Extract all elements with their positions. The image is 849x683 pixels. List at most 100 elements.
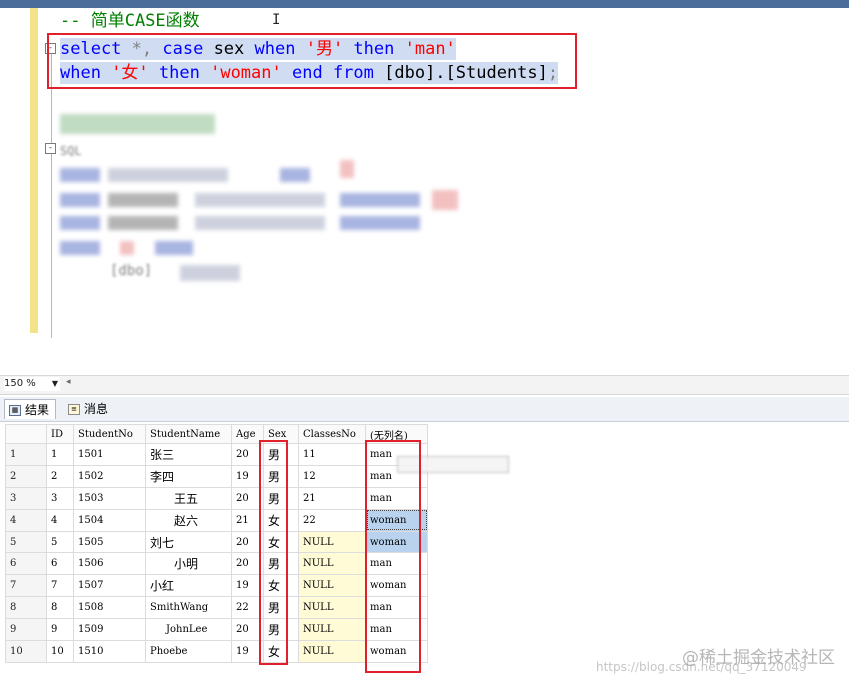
cell-unnamed[interactable]: man <box>365 486 428 510</box>
cell-age[interactable]: 22 <box>231 596 264 620</box>
cell-studentname[interactable]: SmithWang <box>145 596 232 620</box>
tab-results[interactable]: ▦ 结果 <box>4 399 57 419</box>
row-number[interactable]: 3 <box>5 486 47 510</box>
cell-age[interactable]: 20 <box>231 443 264 466</box>
cell-classesno[interactable]: NULL <box>298 530 366 554</box>
grid-header-sex[interactable]: Sex <box>263 424 299 444</box>
cell-unnamed[interactable]: man <box>365 552 428 576</box>
table-row[interactable]: 1 1 1501 张三 20 男 11 man <box>5 443 428 466</box>
cell-id[interactable]: 5 <box>46 530 74 554</box>
cell-age[interactable]: 20 <box>231 530 264 554</box>
cell-age[interactable]: 20 <box>231 618 264 642</box>
cell-id[interactable]: 9 <box>46 618 74 642</box>
table-row[interactable]: 3 3 1503 王五 20 男 21 man <box>5 486 428 510</box>
cell-age[interactable]: 20 <box>231 552 264 576</box>
cell-studentname[interactable]: 李四 <box>145 464 232 488</box>
cell-sex[interactable]: 女 <box>263 530 299 554</box>
table-row[interactable]: 6 6 1506 小明 20 男 NULL man <box>5 552 428 576</box>
cell-id[interactable]: 3 <box>46 486 74 510</box>
cell-studentno[interactable]: 1510 <box>73 640 146 663</box>
cell-studentname[interactable]: 小红 <box>145 574 232 598</box>
cell-studentname[interactable]: 王五 <box>145 486 232 510</box>
row-number[interactable]: 7 <box>5 574 47 598</box>
results-grid[interactable]: ID StudentNo StudentName Age Sex Classes… <box>5 424 428 663</box>
table-row[interactable]: 10 10 1510 Phoebe 19 女 NULL woman <box>5 640 428 663</box>
grid-header-rownum[interactable] <box>5 424 47 444</box>
zoom-select[interactable]: 150 % ▼ <box>4 377 60 391</box>
cell-age[interactable]: 19 <box>231 640 264 663</box>
cell-studentno[interactable]: 1503 <box>73 486 146 510</box>
cell-age[interactable]: 19 <box>231 464 264 488</box>
cell-id[interactable]: 4 <box>46 508 74 532</box>
cell-classesno[interactable]: NULL <box>298 640 366 663</box>
scroll-left-arrow-icon[interactable]: ◂ <box>66 377 71 387</box>
cell-studentno[interactable]: 1501 <box>73 443 146 466</box>
cell-studentno[interactable]: 1504 <box>73 508 146 532</box>
cell-unnamed[interactable]: man <box>365 596 428 620</box>
cell-id[interactable]: 1 <box>46 443 74 466</box>
cell-classesno[interactable]: NULL <box>298 552 366 576</box>
cell-studentname[interactable]: 赵六 <box>145 508 232 532</box>
cell-id[interactable]: 2 <box>46 464 74 488</box>
cell-unnamed[interactable]: man <box>365 618 428 642</box>
table-row[interactable]: 9 9 1509 JohnLee 20 男 NULL man <box>5 618 428 642</box>
cell-classesno[interactable]: 22 <box>298 508 366 532</box>
cell-studentno[interactable]: 1508 <box>73 596 146 620</box>
cell-unnamed[interactable]: woman <box>365 574 428 598</box>
cell-studentno[interactable]: 1505 <box>73 530 146 554</box>
cell-studentname[interactable]: 小明 <box>145 552 232 576</box>
grid-header-classesno[interactable]: ClassesNo <box>298 424 366 444</box>
cell-studentname[interactable]: 刘七 <box>145 530 232 554</box>
row-number[interactable]: 9 <box>5 618 47 642</box>
cell-classesno[interactable]: NULL <box>298 618 366 642</box>
row-number[interactable]: 1 <box>5 443 47 466</box>
cell-age[interactable]: 19 <box>231 574 264 598</box>
cell-id[interactable]: 10 <box>46 640 74 663</box>
cell-unnamed[interactable]: woman <box>365 508 428 532</box>
cell-sex[interactable]: 女 <box>263 574 299 598</box>
sql-editor[interactable]: - - -- 简单CASE函数 I select *, case sex whe… <box>0 8 849 373</box>
row-number[interactable]: 4 <box>5 508 47 532</box>
cell-classesno[interactable]: 12 <box>298 464 366 488</box>
cell-studentno[interactable]: 1509 <box>73 618 146 642</box>
grid-header-id[interactable]: ID <box>46 424 74 444</box>
table-row[interactable]: 4 4 1504 赵六 21 女 22 woman <box>5 508 428 532</box>
cell-classesno[interactable]: NULL <box>298 596 366 620</box>
grid-header-age[interactable]: Age <box>231 424 264 444</box>
collapse-minus-icon[interactable]: - <box>45 143 56 154</box>
cell-studentno[interactable]: 1506 <box>73 552 146 576</box>
cell-unnamed[interactable]: woman <box>365 530 428 554</box>
row-number[interactable]: 10 <box>5 640 47 663</box>
cell-age[interactable]: 20 <box>231 486 264 510</box>
row-number[interactable]: 5 <box>5 530 47 554</box>
cell-id[interactable]: 8 <box>46 596 74 620</box>
row-number[interactable]: 8 <box>5 596 47 620</box>
cell-unnamed[interactable]: woman <box>365 640 428 663</box>
collapse-minus-icon[interactable]: - <box>45 43 56 54</box>
row-number[interactable]: 6 <box>5 552 47 576</box>
cell-studentno[interactable]: 1507 <box>73 574 146 598</box>
cell-sex[interactable]: 男 <box>263 486 299 510</box>
cell-classesno[interactable]: 21 <box>298 486 366 510</box>
cell-sex[interactable]: 男 <box>263 464 299 488</box>
cell-classesno[interactable]: 11 <box>298 443 366 466</box>
table-row[interactable]: 2 2 1502 李四 19 男 12 man <box>5 464 428 488</box>
cell-sex[interactable]: 男 <box>263 443 299 466</box>
table-row[interactable]: 5 5 1505 刘七 20 女 NULL woman <box>5 530 428 554</box>
chevron-down-icon[interactable]: ▼ <box>52 377 58 391</box>
cell-studentname[interactable]: 张三 <box>145 443 232 466</box>
cell-sex[interactable]: 男 <box>263 596 299 620</box>
cell-studentno[interactable]: 1502 <box>73 464 146 488</box>
cell-age[interactable]: 21 <box>231 508 264 532</box>
grid-header-studentno[interactable]: StudentNo <box>73 424 146 444</box>
cell-sex[interactable]: 男 <box>263 552 299 576</box>
cell-sex[interactable]: 女 <box>263 640 299 663</box>
cell-id[interactable]: 7 <box>46 574 74 598</box>
cell-studentname[interactable]: Phoebe <box>145 640 232 663</box>
cell-id[interactable]: 6 <box>46 552 74 576</box>
table-row[interactable]: 8 8 1508 SmithWang 22 男 NULL man <box>5 596 428 620</box>
grid-header-unnamed[interactable]: (无列名) <box>365 424 428 444</box>
tab-messages[interactable]: ≡ 消息 <box>64 399 114 419</box>
cell-sex[interactable]: 男 <box>263 618 299 642</box>
row-number[interactable]: 2 <box>5 464 47 488</box>
